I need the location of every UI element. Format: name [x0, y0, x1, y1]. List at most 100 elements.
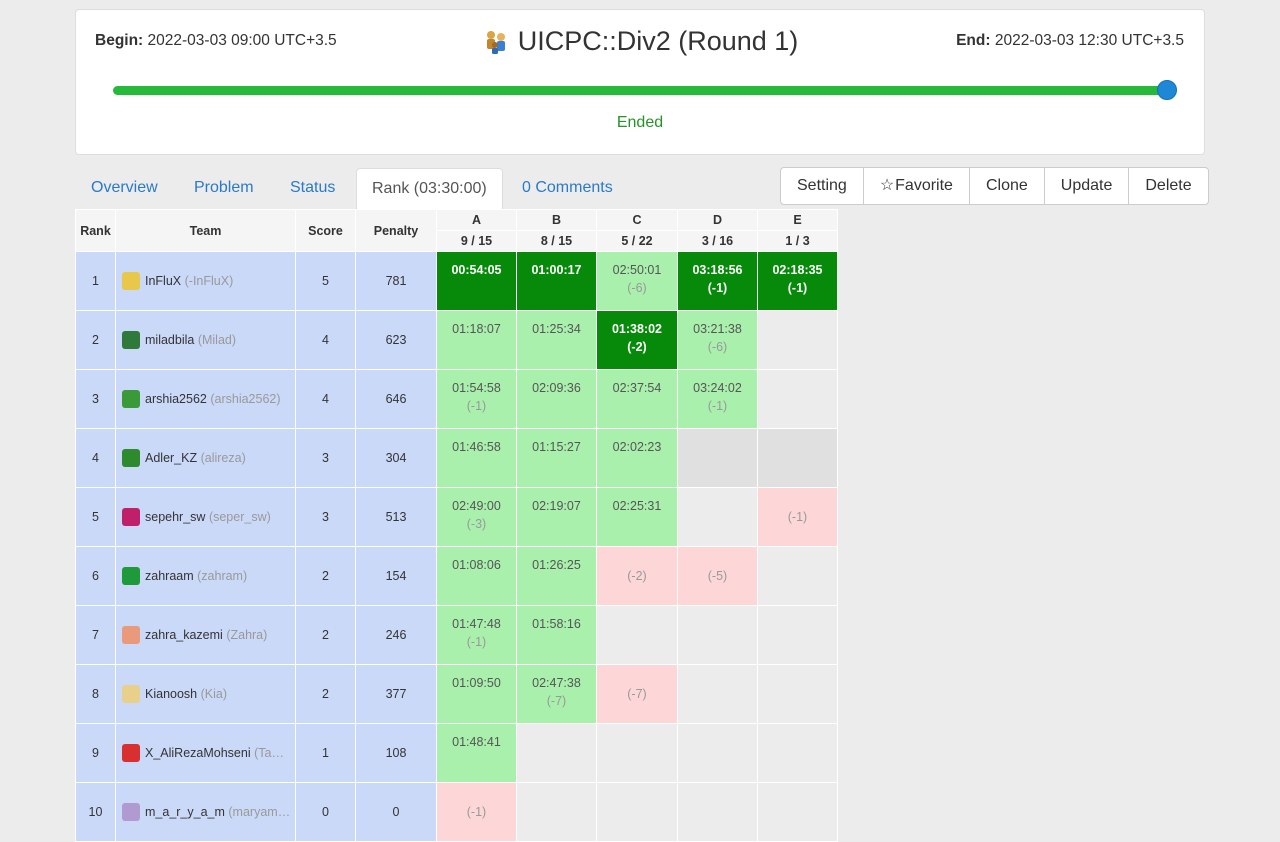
rank-cell: 9: [75, 723, 116, 783]
problem-a-cell[interactable]: 01:09:50: [436, 664, 517, 724]
problem-c-cell[interactable]: 02:50:01 (-6): [596, 251, 678, 311]
team-name[interactable]: InFluX: [145, 274, 181, 288]
team-name[interactable]: Kianoosh: [145, 687, 197, 701]
score-cell: 4: [295, 310, 356, 370]
team-name[interactable]: miladbila: [145, 333, 194, 347]
problem-c-cell[interactable]: (-2): [596, 546, 678, 606]
problem-b-cell[interactable]: 02:09:36: [516, 369, 597, 429]
problem-c-cell[interactable]: (-7): [596, 664, 678, 724]
problem-a-cell[interactable]: 01:47:48 (-1): [436, 605, 517, 665]
progress-slider-handle[interactable]: [1157, 80, 1177, 100]
team-name[interactable]: X_AliRezaMohseni: [145, 746, 251, 760]
team-cell[interactable]: InFluX (-InFluX): [115, 251, 296, 311]
problem-e-cell[interactable]: 02:18:35 (-1): [757, 251, 838, 311]
problem-d-cell[interactable]: 03:21:38 (-6): [677, 310, 758, 370]
accept-time: 01:08:06: [452, 558, 501, 572]
team-cell[interactable]: sepehr_sw (seper_sw): [115, 487, 296, 547]
team-cell[interactable]: zahraam (zahram): [115, 546, 296, 606]
problem-a-cell[interactable]: 02:49:00 (-3): [436, 487, 517, 547]
tab-problem[interactable]: Problem: [194, 168, 254, 209]
team-cell[interactable]: X_AliRezaMohseni (Ta…: [115, 723, 296, 783]
problem-d-cell[interactable]: (-5): [677, 546, 758, 606]
team-cell[interactable]: miladbila (Milad): [115, 310, 296, 370]
team-cell[interactable]: arshia2562 (arshia2562): [115, 369, 296, 429]
problem-b-cell[interactable]: 02:19:07: [516, 487, 597, 547]
problem-c-cell[interactable]: 02:37:54: [596, 369, 678, 429]
team-label: sepehr_sw (seper_sw): [145, 510, 271, 524]
header-problem-c[interactable]: C: [596, 209, 678, 231]
problem-b-cell: [516, 782, 597, 842]
header-problem-b[interactable]: B: [516, 209, 597, 231]
team-nickname: (maryam…: [228, 805, 291, 819]
problem-e-cell[interactable]: (-1): [757, 487, 838, 547]
header-problem-d[interactable]: D: [677, 209, 758, 231]
accept-time: 01:09:50: [452, 676, 501, 690]
favorite-button[interactable]: ☆Favorite: [864, 168, 970, 204]
problem-a-cell[interactable]: (-1): [436, 782, 517, 842]
team-name[interactable]: sepehr_sw: [145, 510, 205, 524]
setting-button[interactable]: Setting: [781, 168, 864, 204]
wrong-attempts: (-1): [787, 510, 808, 524]
contest-people-icon: [486, 30, 505, 54]
avatar: [122, 508, 140, 526]
problem-e-cell[interactable]: [757, 428, 838, 488]
tab-comments[interactable]: 0 Comments: [522, 168, 613, 209]
rank-cell: 8: [75, 664, 116, 724]
tab-overview[interactable]: Overview: [91, 168, 158, 209]
header-problem-e[interactable]: E: [757, 209, 838, 231]
problem-a-cell[interactable]: 01:54:58 (-1): [436, 369, 517, 429]
header-problem-a[interactable]: A: [436, 209, 517, 231]
end-time: End: 2022-03-03 12:30 UTC+3.5: [956, 32, 1184, 50]
update-button[interactable]: Update: [1045, 168, 1130, 204]
problem-a-cell[interactable]: 01:46:58: [436, 428, 517, 488]
problem-c-cell[interactable]: 02:25:31: [596, 487, 678, 547]
team-name[interactable]: zahra_kazemi: [145, 628, 223, 642]
clone-button[interactable]: Clone: [970, 168, 1045, 204]
problem-a-cell[interactable]: 01:08:06: [436, 546, 517, 606]
header-rank[interactable]: Rank: [75, 209, 116, 252]
table-row: 2 miladbila (Milad) 4 623 01:18:07 01:25:34 01…: [75, 310, 838, 370]
header-penalty[interactable]: Penalty: [355, 209, 437, 252]
tab-status[interactable]: Status: [290, 168, 335, 209]
score-cell: 2: [295, 605, 356, 665]
team-label: InFluX (-InFluX): [145, 274, 233, 288]
delete-button[interactable]: Delete: [1129, 168, 1207, 204]
problem-b-cell: [516, 723, 597, 783]
team-cell[interactable]: zahra_kazemi (Zahra): [115, 605, 296, 665]
problem-a-cell[interactable]: 00:54:05: [436, 251, 517, 311]
contest-progress-bar: [113, 86, 1168, 95]
header-score[interactable]: Score: [295, 209, 356, 252]
problem-c-cell[interactable]: 01:38:02 (-2): [596, 310, 678, 370]
team-cell[interactable]: Kianoosh (Kia): [115, 664, 296, 724]
accept-time: 01:46:58: [452, 440, 501, 454]
problem-e-cell: [757, 782, 838, 842]
problem-b-cell[interactable]: 01:15:27: [516, 428, 597, 488]
problem-b-cell[interactable]: 01:00:17: [516, 251, 597, 311]
problem-d-cell[interactable]: [677, 428, 758, 488]
team-nickname: (Kia): [200, 687, 228, 701]
accept-time: 01:00:17: [531, 263, 582, 277]
problem-b-cell[interactable]: 01:58:16: [516, 605, 597, 665]
problem-b-cell[interactable]: 01:25:34: [516, 310, 597, 370]
team-cell[interactable]: Adler_KZ (alireza): [115, 428, 296, 488]
problem-d-cell[interactable]: 03:24:02 (-1): [677, 369, 758, 429]
rank-table-body: 1 InFluX (-InFluX) 5 781 00:54:05 01:00:17 02:…: [75, 251, 838, 842]
problem-b-cell[interactable]: 02:47:38 (-7): [516, 664, 597, 724]
team-name[interactable]: Adler_KZ: [145, 451, 197, 465]
accept-time: 01:58:16: [532, 617, 581, 631]
team-name[interactable]: m_a_r_y_a_m: [145, 805, 225, 819]
team-name[interactable]: arshia2562: [145, 392, 207, 406]
problem-a-cell[interactable]: 01:48:41: [436, 723, 517, 783]
rank-cell: 10: [75, 782, 116, 842]
problem-a-cell[interactable]: 01:18:07: [436, 310, 517, 370]
team-name[interactable]: zahraam: [145, 569, 194, 583]
accept-time: 03:21:38: [693, 322, 742, 336]
problem-c-cell[interactable]: 02:02:23: [596, 428, 678, 488]
problem-d-cell[interactable]: 03:18:56 (-1): [677, 251, 758, 311]
tab-rank[interactable]: Rank (03:30:00): [356, 168, 503, 210]
team-cell[interactable]: m_a_r_y_a_m (maryam…: [115, 782, 296, 842]
penalty-cell: 154: [355, 546, 437, 606]
avatar: [122, 272, 140, 290]
problem-b-cell[interactable]: 01:26:25: [516, 546, 597, 606]
problem-c-cell: [596, 605, 678, 665]
